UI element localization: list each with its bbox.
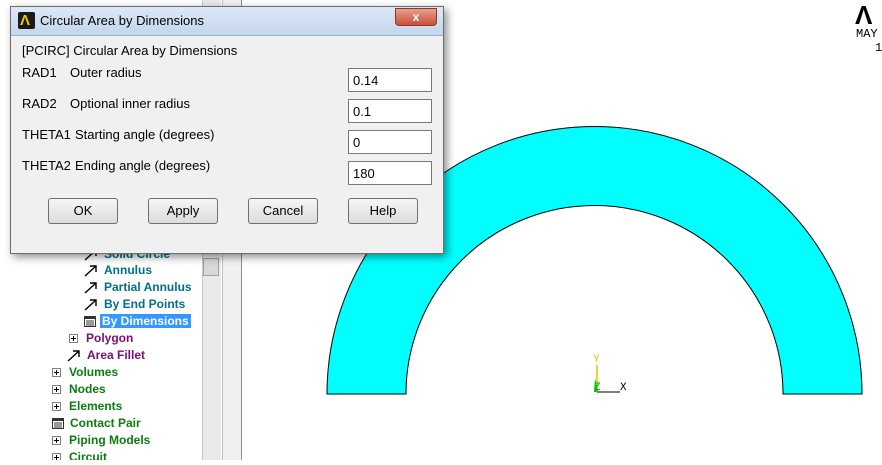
triad-z-label: Z — [594, 382, 601, 394]
field-theta1-label: THETA1 Starting angle (degrees) — [22, 127, 214, 142]
grid-dialog-icon — [52, 418, 64, 430]
field-description: Optional inner radius — [70, 96, 190, 111]
arrow-icon — [67, 350, 80, 362]
date-text: MAY — [856, 27, 878, 41]
tree-item-area-fillet[interactable]: Area Fillet — [67, 347, 147, 363]
circular-area-dialog: Λ Circular Area by Dimensions x [PCIRC] … — [10, 6, 444, 254]
dialog-body: [PCIRC] Circular Area by Dimensions RAD1… — [11, 36, 443, 253]
field-description: Ending angle (degrees) — [75, 158, 211, 173]
tree-item-partial-annulus[interactable]: Partial Annulus — [84, 279, 194, 295]
field-theta2-label: THETA2 Ending angle (degrees) — [22, 158, 210, 173]
apply-button[interactable]: Apply — [148, 198, 218, 224]
triad-x-label: X — [620, 382, 627, 394]
field-code: RAD1 — [22, 65, 57, 80]
help-button[interactable]: Help — [348, 198, 418, 224]
tree-item-contact-pair[interactable]: Contact Pair — [52, 415, 143, 431]
expand-plus-icon[interactable] — [52, 385, 61, 395]
tree-item-polygon[interactable]: Polygon — [69, 330, 135, 346]
triad-y-label: Y — [593, 354, 600, 366]
close-button[interactable]: x — [395, 8, 437, 26]
grid-dialog-icon — [84, 316, 96, 328]
rad1-input[interactable] — [348, 68, 432, 92]
tree-scrollbar-thumb[interactable] — [203, 258, 219, 276]
field-description: Starting angle (degrees) — [75, 127, 215, 142]
tree-item-elements[interactable]: Elements — [52, 398, 124, 414]
date-text-line2: 1 — [875, 41, 882, 55]
field-code: RAD2 — [22, 96, 57, 111]
field-code: THETA1 — [22, 127, 71, 142]
tree-item-piping-models[interactable]: Piping Models — [52, 432, 152, 448]
ansys-app-icon: Λ — [18, 12, 35, 29]
tree-item-volumes[interactable]: Volumes — [52, 364, 120, 380]
expand-plus-icon[interactable] — [52, 436, 61, 446]
rad2-input[interactable] — [348, 99, 432, 123]
tree-item-annulus[interactable]: Annulus — [84, 262, 154, 278]
arrow-icon — [84, 265, 97, 277]
field-rad2-label: RAD2 Optional inner radius — [22, 96, 190, 111]
dialog-title: Circular Area by Dimensions — [40, 13, 205, 28]
expand-plus-icon[interactable] — [52, 402, 61, 412]
arrow-icon — [84, 282, 97, 294]
ok-button[interactable]: OK — [48, 198, 118, 224]
theta1-input[interactable] — [348, 130, 432, 154]
tree-item-by-dimensions[interactable]: By Dimensions — [84, 313, 191, 329]
expand-plus-icon[interactable] — [69, 334, 78, 344]
expand-plus-icon[interactable] — [52, 453, 61, 460]
tree-item-by-end-points[interactable]: By End Points — [84, 296, 187, 312]
arrow-icon — [84, 299, 97, 311]
expand-plus-icon[interactable] — [52, 368, 61, 378]
field-description: Outer radius — [70, 65, 142, 80]
theta2-input[interactable] — [348, 161, 432, 185]
field-rad1-label: RAD1 Outer radius — [22, 65, 142, 80]
field-code: THETA2 — [22, 158, 71, 173]
cancel-button[interactable]: Cancel — [248, 198, 318, 224]
command-label: [PCIRC] Circular Area by Dimensions — [22, 43, 238, 58]
tree-item-circuit[interactable]: Circuit — [52, 449, 109, 460]
dialog-titlebar[interactable]: Λ Circular Area by Dimensions x — [11, 7, 443, 36]
tree-item-nodes[interactable]: Nodes — [52, 381, 108, 397]
